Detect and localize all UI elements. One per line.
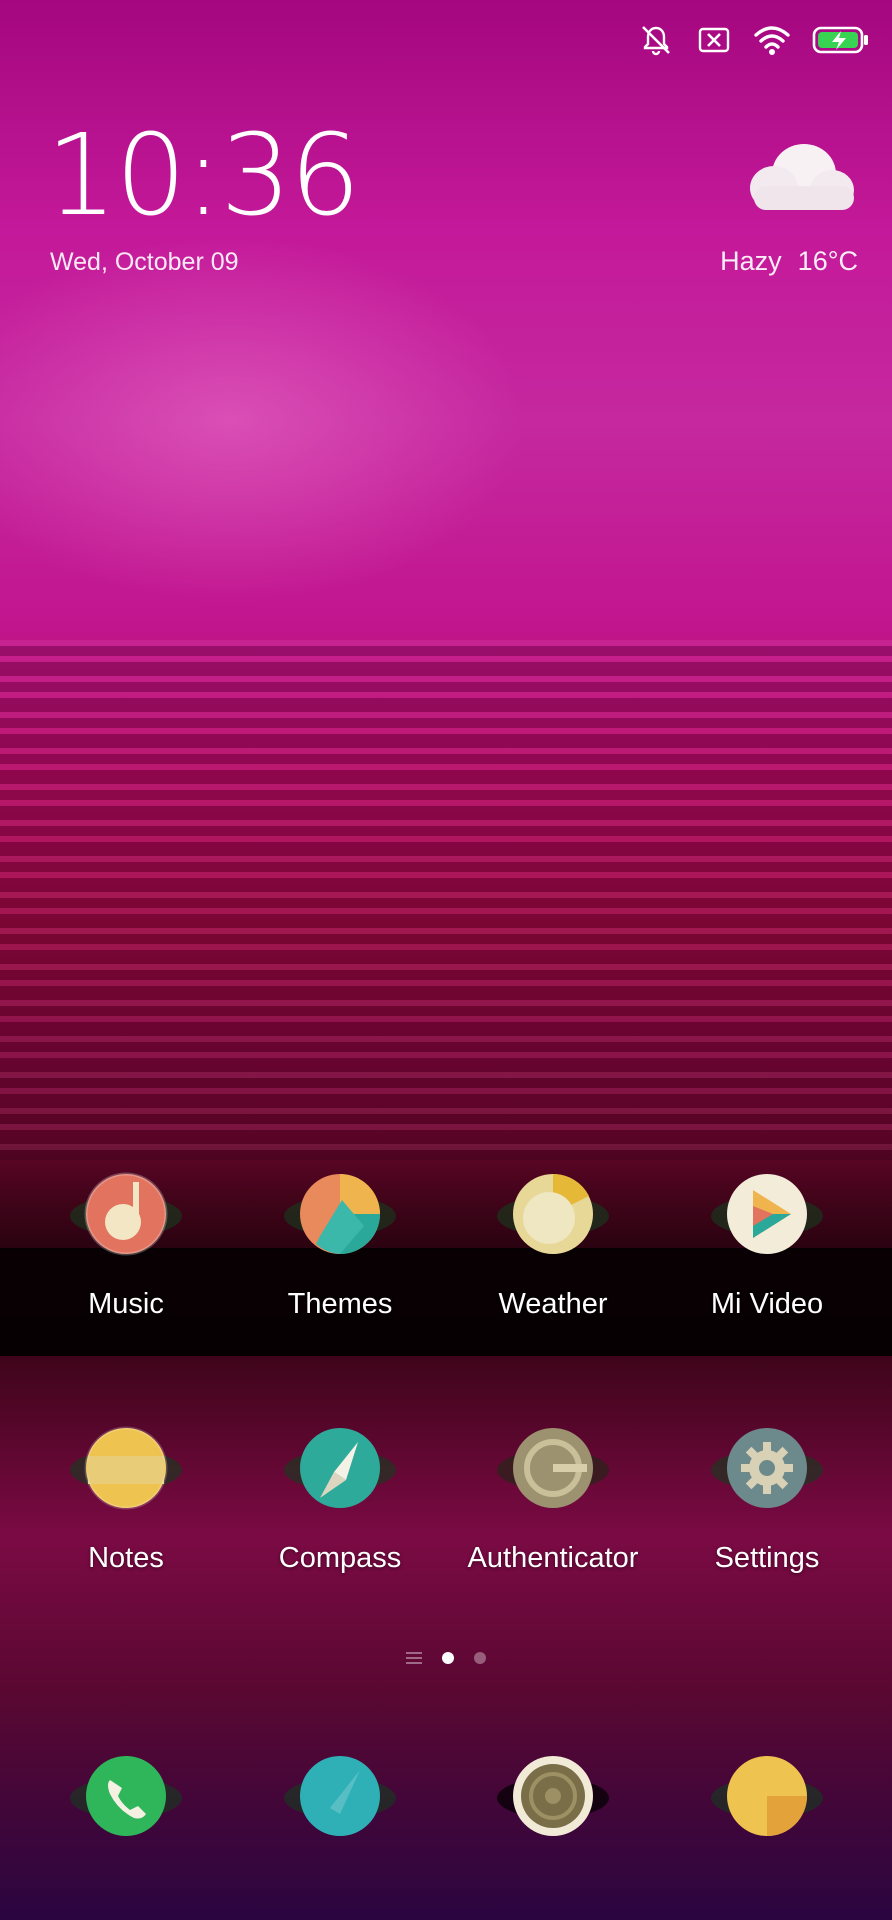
music-icon: [70, 1172, 182, 1256]
dock-camera[interactable]: [448, 1748, 658, 1848]
phone-icon: [70, 1756, 182, 1836]
app-weather[interactable]: Weather: [448, 1166, 658, 1321]
battery-charging-icon: [812, 26, 868, 54]
camera-icon: [497, 1756, 609, 1836]
home-screen: 10:36 Wed, October 09 Hazy 16°C Music Th…: [0, 0, 892, 1920]
app-drawer-icon[interactable]: [406, 1652, 422, 1664]
weather-temperature: 16°C: [797, 246, 858, 276]
app-settings[interactable]: Settings: [662, 1420, 872, 1575]
app-music[interactable]: Music: [21, 1166, 231, 1321]
messages-icon: [284, 1756, 396, 1836]
themes-icon: [284, 1174, 396, 1254]
browser-icon: [711, 1756, 823, 1836]
compass-icon: [284, 1428, 396, 1508]
weather-condition: Hazy: [720, 246, 782, 276]
app-label: Notes: [88, 1542, 164, 1574]
dock-messages[interactable]: [235, 1748, 445, 1848]
cloud-icon: [750, 144, 854, 210]
dock-browser[interactable]: [662, 1748, 872, 1848]
notes-icon: [70, 1426, 182, 1510]
page-indicator[interactable]: [0, 1652, 892, 1664]
page-dot-2[interactable]: [474, 1652, 486, 1664]
app-authenticator[interactable]: Authenticator: [448, 1420, 658, 1575]
app-label: Themes: [287, 1288, 393, 1320]
page-dot-1[interactable]: [442, 1652, 454, 1664]
app-label: Compass: [278, 1542, 402, 1574]
weather-widget[interactable]: Hazy 16°C: [658, 140, 858, 280]
no-sim-icon: [698, 27, 730, 53]
app-notes[interactable]: Notes: [21, 1420, 231, 1575]
mute-icon: [642, 26, 670, 56]
app-label: Weather: [498, 1288, 608, 1320]
app-label: Music: [88, 1288, 164, 1320]
app-label: Authenticator: [467, 1542, 639, 1574]
clock-time[interactable]: 10:36: [46, 120, 361, 232]
weather-app-icon: [497, 1173, 609, 1254]
app-label: Mi Video: [710, 1288, 824, 1320]
dock-phone[interactable]: [21, 1748, 231, 1848]
mi-video-icon: [711, 1174, 823, 1254]
status-bar: [638, 22, 870, 58]
settings-icon: [711, 1428, 823, 1508]
wifi-icon: [754, 26, 790, 55]
clock-date[interactable]: Wed, October 09: [50, 248, 239, 277]
app-themes[interactable]: Themes: [235, 1166, 445, 1321]
wallpaper-stripes: [0, 640, 892, 1160]
app-compass[interactable]: Compass: [235, 1420, 445, 1575]
authenticator-icon: [497, 1428, 609, 1508]
app-label: Settings: [714, 1542, 820, 1574]
weather-summary: Hazy 16°C: [720, 246, 858, 277]
app-mi-video[interactable]: Mi Video: [662, 1166, 872, 1321]
